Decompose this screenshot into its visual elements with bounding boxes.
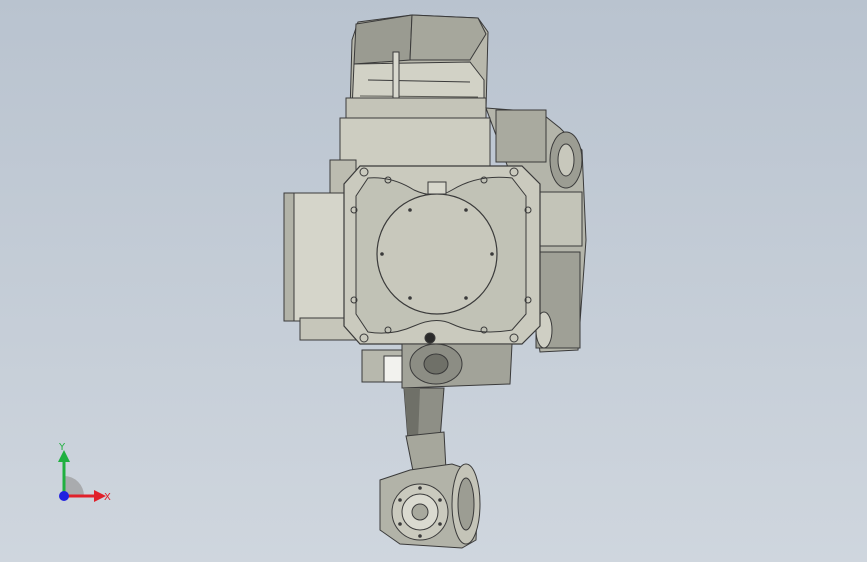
main-flange-plate[interactable] [343,165,541,345]
lower-collar[interactable] [361,343,513,389]
arm-tube[interactable] [403,387,447,477]
coordinate-triad: Y X [58,442,111,503]
y-axis-label: Y [58,442,66,453]
cad-model[interactable] [0,0,867,562]
top-motor-housing[interactable] [345,14,489,121]
z-axis-dot [59,491,69,501]
graphics-viewport[interactable]: Y X [0,0,867,562]
x-axis-label: X [104,492,111,503]
wrist-assembly[interactable] [379,463,481,549]
